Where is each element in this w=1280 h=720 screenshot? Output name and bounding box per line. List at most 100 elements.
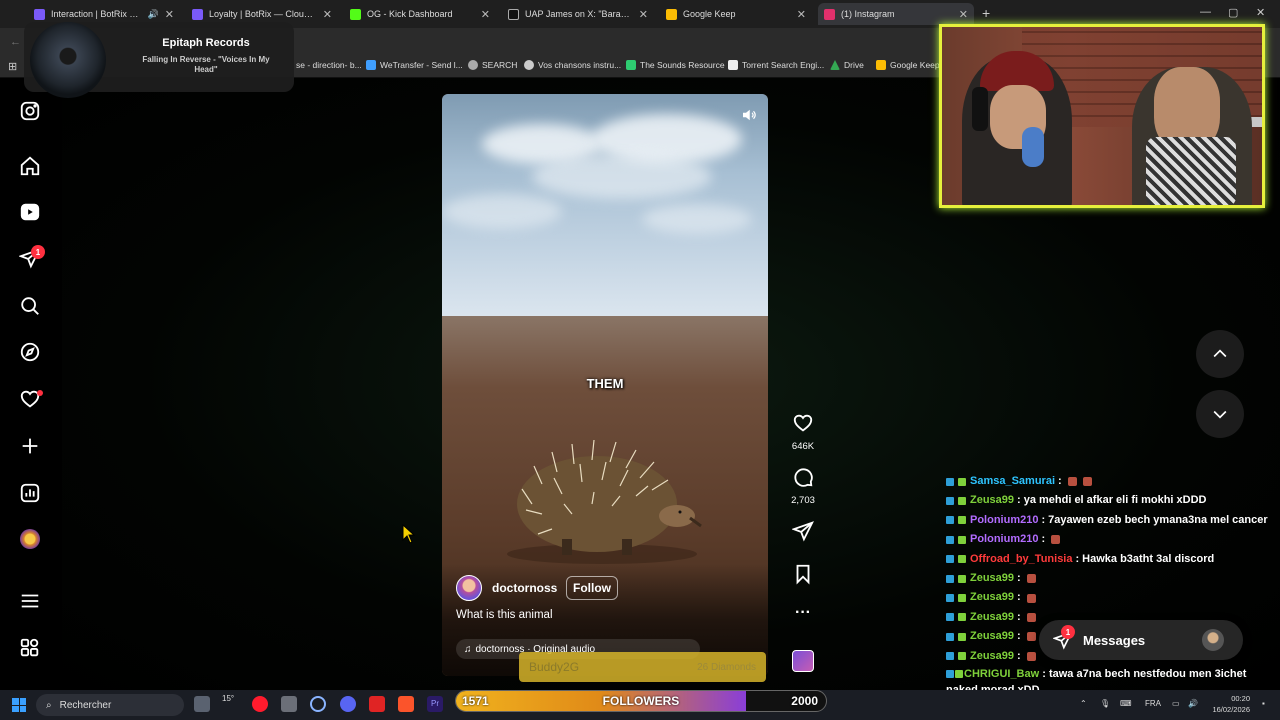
- premiere-icon[interactable]: Pr: [427, 696, 443, 712]
- chat-badge-icon: [955, 670, 963, 678]
- instagram-logo-icon[interactable]: [18, 99, 42, 123]
- chat-username[interactable]: CHRIGUI_Baw: [964, 668, 1039, 680]
- like-count: 646K: [791, 441, 815, 452]
- apps-grid-icon[interactable]: ⊞: [8, 60, 17, 73]
- chat-separator: :: [1017, 610, 1021, 623]
- save-button[interactable]: [790, 563, 816, 590]
- app-icon[interactable]: [281, 696, 297, 712]
- reel-video[interactable]: THEM doctornoss Follow What is this anim…: [442, 94, 768, 676]
- home-icon[interactable]: [18, 154, 42, 178]
- back-icon[interactable]: ←: [10, 36, 21, 48]
- donation-amount: 26 Diamonds: [697, 661, 756, 673]
- chat-username[interactable]: Polonium210: [970, 530, 1038, 549]
- profile-avatar[interactable]: [18, 527, 42, 551]
- messages-label: Messages: [1083, 632, 1146, 648]
- network-icon[interactable]: ▭: [1172, 699, 1180, 708]
- chat-username[interactable]: Zeusa99: [970, 647, 1014, 666]
- minimize-icon[interactable]: —: [1200, 6, 1211, 18]
- chat-username[interactable]: Offroad_by_Tunisia: [970, 550, 1072, 569]
- like-button[interactable]: 646K: [790, 412, 816, 452]
- language-indicator[interactable]: FRA: [1145, 699, 1161, 708]
- create-plus-icon[interactable]: [18, 434, 42, 458]
- speaker-icon[interactable]: 🔊: [148, 9, 159, 20]
- keep-favicon-icon: [666, 8, 677, 20]
- search-icon[interactable]: [18, 294, 42, 318]
- browser-tab[interactable]: UAP James on X: "Barack Obam ✕: [502, 3, 654, 25]
- opera-icon[interactable]: [252, 696, 268, 712]
- author-username[interactable]: doctornoss: [492, 581, 557, 595]
- chat-username[interactable]: Polonium210: [970, 511, 1038, 530]
- chat-username[interactable]: Samsa_Samurai: [970, 472, 1055, 491]
- task-view-icon[interactable]: [194, 696, 210, 712]
- next-reel-button[interactable]: [1196, 390, 1244, 438]
- keyboard-icon[interactable]: ⌨: [1120, 699, 1132, 708]
- chat-username[interactable]: Zeusa99: [970, 491, 1014, 510]
- windows-start-icon[interactable]: [12, 698, 26, 712]
- browser-tab-active[interactable]: (1) Instagram ✕: [818, 3, 974, 25]
- notifications-icon[interactable]: ▪: [1262, 699, 1265, 708]
- close-tab-icon[interactable]: ✕: [165, 8, 174, 21]
- speaker-icon[interactable]: [740, 106, 758, 124]
- discord-icon[interactable]: [340, 696, 356, 712]
- globe-icon: [468, 60, 478, 70]
- comment-button[interactable]: 2,703: [790, 466, 816, 506]
- chat-text: 7ayawen ezeb bech ymana3na mel cancer: [1048, 513, 1268, 526]
- bookmark[interactable]: SEARCH: [468, 60, 517, 70]
- menu-hamburger-icon[interactable]: [18, 589, 42, 613]
- taskbar-search[interactable]: ⌕ Rechercher: [36, 694, 184, 716]
- keffiyeh: [1146, 137, 1236, 205]
- browser-tab[interactable]: OG - Kick Dashboard ✕: [344, 3, 496, 25]
- close-tab-icon[interactable]: ✕: [797, 8, 806, 21]
- app-icon[interactable]: [310, 696, 326, 712]
- close-tab-icon[interactable]: ✕: [639, 8, 648, 21]
- brave-icon[interactable]: [398, 696, 414, 712]
- reels-icon[interactable]: [18, 200, 42, 224]
- more-options-icon[interactable]: ···: [790, 604, 816, 622]
- explore-icon[interactable]: [18, 340, 42, 364]
- bookmark[interactable]: WeTransfer - Send l...: [366, 60, 463, 70]
- messages-badge: 1: [1061, 625, 1075, 639]
- close-tab-icon[interactable]: ✕: [481, 8, 490, 21]
- dashboard-icon[interactable]: [18, 481, 42, 505]
- bookmark[interactable]: Drive: [830, 60, 864, 70]
- bookmark[interactable]: The Sounds Resource: [626, 60, 725, 70]
- follow-button[interactable]: Follow: [566, 576, 618, 600]
- bookmark[interactable]: se - direction- b...: [296, 60, 362, 70]
- chat-message: Zeusa99 :: [946, 588, 1280, 607]
- bookmark[interactable]: Vos chansons instru...: [524, 60, 621, 70]
- sounds-resource-icon: [626, 60, 636, 70]
- browser-tab[interactable]: Google Keep ✕: [660, 3, 812, 25]
- wetransfer-icon: [366, 60, 376, 70]
- also-from-meta-icon[interactable]: [18, 636, 42, 660]
- chat-username[interactable]: Zeusa99: [970, 627, 1014, 646]
- new-tab-button[interactable]: +: [982, 5, 990, 21]
- chevron-up-icon: [1213, 349, 1227, 358]
- close-tab-icon[interactable]: ✕: [323, 8, 332, 21]
- close-tab-icon[interactable]: ✕: [959, 8, 968, 21]
- microphone-icon[interactable]: 🎙: [1100, 699, 1110, 708]
- chat-emote-icon: [1026, 574, 1036, 584]
- chat-badge-icon: [946, 670, 954, 678]
- tray-chevron-icon[interactable]: ⌃: [1080, 699, 1087, 708]
- chat-username[interactable]: Zeusa99: [970, 569, 1014, 588]
- audio-thumbnail[interactable]: [792, 650, 814, 672]
- chat-username[interactable]: Zeusa99: [970, 608, 1014, 627]
- app-icon[interactable]: [369, 696, 385, 712]
- chat-message: Zeusa99 :: [946, 569, 1280, 588]
- volume-icon[interactable]: 🔊: [1188, 699, 1198, 708]
- clock[interactable]: 00:20 16/02/2026: [1206, 693, 1250, 715]
- bookmark-label: WeTransfer - Send l...: [380, 60, 463, 70]
- chat-message: Zeusa99 : ya mehdi el afkar eli fi mokhi…: [946, 491, 1280, 510]
- headset: [972, 87, 988, 131]
- bookmark[interactable]: Torrent Search Engi...: [728, 60, 824, 70]
- close-window-icon[interactable]: ✕: [1256, 6, 1265, 19]
- previous-reel-button[interactable]: [1196, 330, 1244, 378]
- chat-badge-icon: [958, 477, 966, 486]
- share-button[interactable]: [790, 520, 816, 547]
- maximize-icon[interactable]: ▢: [1228, 6, 1238, 19]
- chat-username[interactable]: Zeusa99: [970, 588, 1014, 607]
- x-favicon-icon: [508, 8, 519, 20]
- bookmark[interactable]: Google Keep: [876, 60, 940, 70]
- author-avatar[interactable]: [456, 575, 482, 601]
- weather-widget[interactable]: 15°: [222, 694, 234, 703]
